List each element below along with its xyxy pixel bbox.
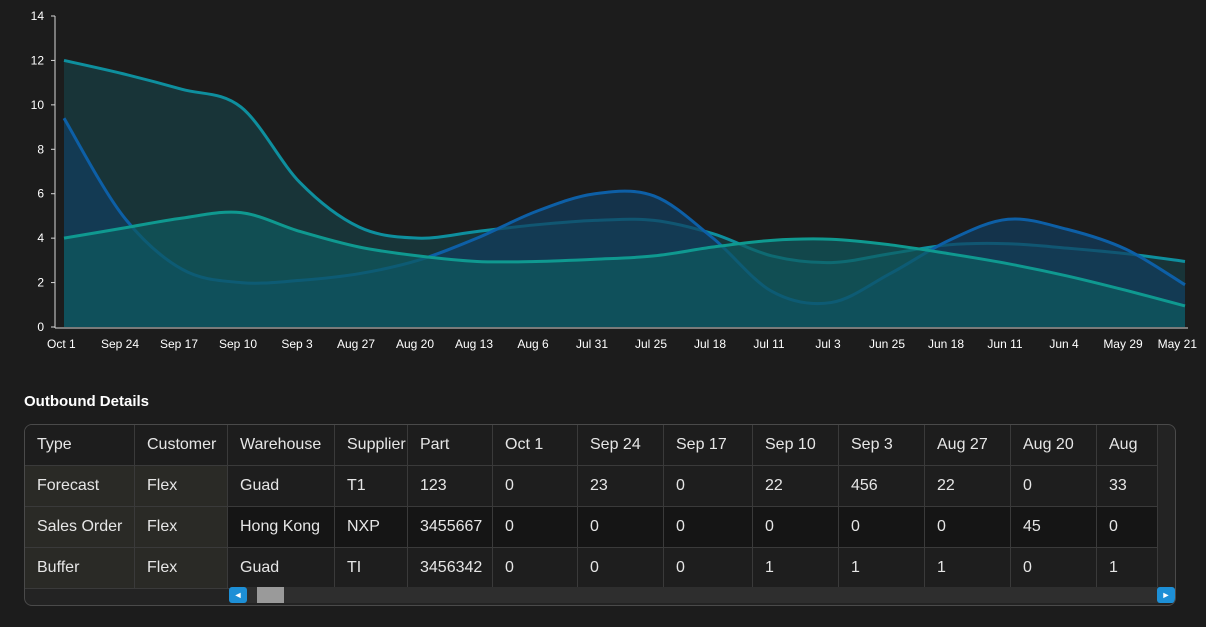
table-cell: 0 [838,506,925,548]
area-chart: 0 2 4 6 8 10 12 14 Oct 1 Sep 24 Sep 17 Sep 10 Sep 3 A… [31,9,1198,351]
table-cell: 1 [838,547,925,589]
table-cell: 0 [924,506,1011,548]
x-tick-label: Jul 18 [694,337,726,351]
column-header[interactable]: Sep 10 [752,425,839,466]
column-header[interactable]: Sep 3 [838,425,925,466]
y-tick-label: 12 [31,53,45,67]
table-cell: 0 [1096,506,1158,548]
table-cell: 0 [492,506,578,548]
scrollbar-thumb[interactable] [257,587,284,603]
outbound-details-grid: Type Customer Warehouse Supplier Part Oct 1 Se… [24,424,1176,606]
column-header[interactable]: Type [25,425,135,466]
table-cell: 0 [492,465,578,507]
section-title: Outbound Details [24,393,149,410]
table-cell: Forecast [25,465,135,507]
x-tick-label: Sep 10 [219,337,257,351]
y-tick-label: 0 [37,320,44,334]
y-tick-label: 4 [37,231,44,245]
table-cell: Guad [227,465,335,507]
x-tick-label: Jul 3 [815,337,841,351]
table-cell: 3455667 [407,506,493,548]
table-cell: 1 [1096,547,1158,589]
table-cell: 22 [752,465,839,507]
table-cell: 45 [1010,506,1097,548]
table-cell: Guad [227,547,335,589]
x-tick-label: Jun 4 [1049,337,1079,351]
x-tick-label: Aug 13 [455,337,493,351]
table-cell: Buffer [25,547,135,589]
table-header-row: Type Customer Warehouse Supplier Part Oct 1 Se… [25,425,1158,466]
table-row[interactable]: Buffer Flex Guad TI 3456342 0 0 0 1 1 1 0 1 [25,547,1158,589]
y-tick-label: 2 [37,276,44,290]
x-tick-label: Jul 31 [576,337,608,351]
column-header[interactable]: Customer [134,425,228,466]
column-header[interactable]: Part [407,425,493,466]
y-tick-label: 10 [31,98,45,112]
table-cell: Flex [134,465,228,507]
x-tick-label: Sep 24 [101,337,139,351]
table-cell: 33 [1096,465,1158,507]
x-tick-label: Oct 1 [47,337,76,351]
x-tick-label: Jul 25 [635,337,667,351]
table-cell: TI [334,547,408,589]
x-tick-label: Aug 27 [337,337,375,351]
horizontal-scrollbar[interactable]: ◄ ► [229,587,1175,603]
table-cell: 0 [1010,465,1097,507]
x-tick-label: Aug 6 [517,337,549,351]
x-tick-label: Jun 11 [987,337,1022,351]
table-cell: 456 [838,465,925,507]
column-header[interactable]: Sep 17 [663,425,753,466]
x-tick-label: Jul 11 [753,337,784,351]
column-header[interactable]: Sep 24 [577,425,664,466]
table-cell: 0 [1010,547,1097,589]
x-tick-label: May 29 [1103,337,1143,351]
table-cell: 1 [752,547,839,589]
table-cell: 1 [924,547,1011,589]
table-row[interactable]: Sales Order Flex Hong Kong NXP 3455667 0 0 0 0 0 0… [25,506,1158,548]
table-cell: 3456342 [407,547,493,589]
table-row[interactable]: Forecast Flex Guad T1 123 0 23 0 22 456 22 0 33 [25,465,1158,507]
column-header[interactable]: Oct 1 [492,425,578,466]
scroll-left-button[interactable]: ◄ [229,587,247,603]
table-cell: 0 [663,506,753,548]
scroll-right-button[interactable]: ► [1157,587,1175,603]
table-cell: Sales Order [25,506,135,548]
table-cell: 0 [663,547,753,589]
y-tick-label: 14 [31,9,45,23]
column-header[interactable]: Warehouse [227,425,335,466]
x-tick-label: Jun 25 [869,337,905,351]
x-tick-label: Sep 3 [281,337,313,351]
table-cell: 0 [663,465,753,507]
x-tick-label: May 21 [1158,337,1198,351]
table-cell: Flex [134,506,228,548]
y-tick-label: 8 [37,142,44,156]
outbound-table: Type Customer Warehouse Supplier Part Oct 1 Se… [25,425,1158,589]
table-cell: NXP [334,506,408,548]
column-header[interactable]: Aug 20 [1010,425,1097,466]
table-cell: Flex [134,547,228,589]
x-tick-label: Aug 20 [396,337,434,351]
table-cell: 0 [577,547,664,589]
table-cell: 0 [752,506,839,548]
x-tick-label: Jun 18 [928,337,964,351]
table-cell: 23 [577,465,664,507]
table-cell: 0 [577,506,664,548]
y-tick-label: 6 [37,187,44,201]
x-tick-label: Sep 17 [160,337,198,351]
column-header[interactable]: Supplier [334,425,408,466]
table-cell: 22 [924,465,1011,507]
table-cell: Hong Kong [227,506,335,548]
table-cell: T1 [334,465,408,507]
column-header[interactable]: Aug 27 [924,425,1011,466]
column-header[interactable]: Aug [1096,425,1158,466]
table-cell: 123 [407,465,493,507]
table-cell: 0 [492,547,578,589]
